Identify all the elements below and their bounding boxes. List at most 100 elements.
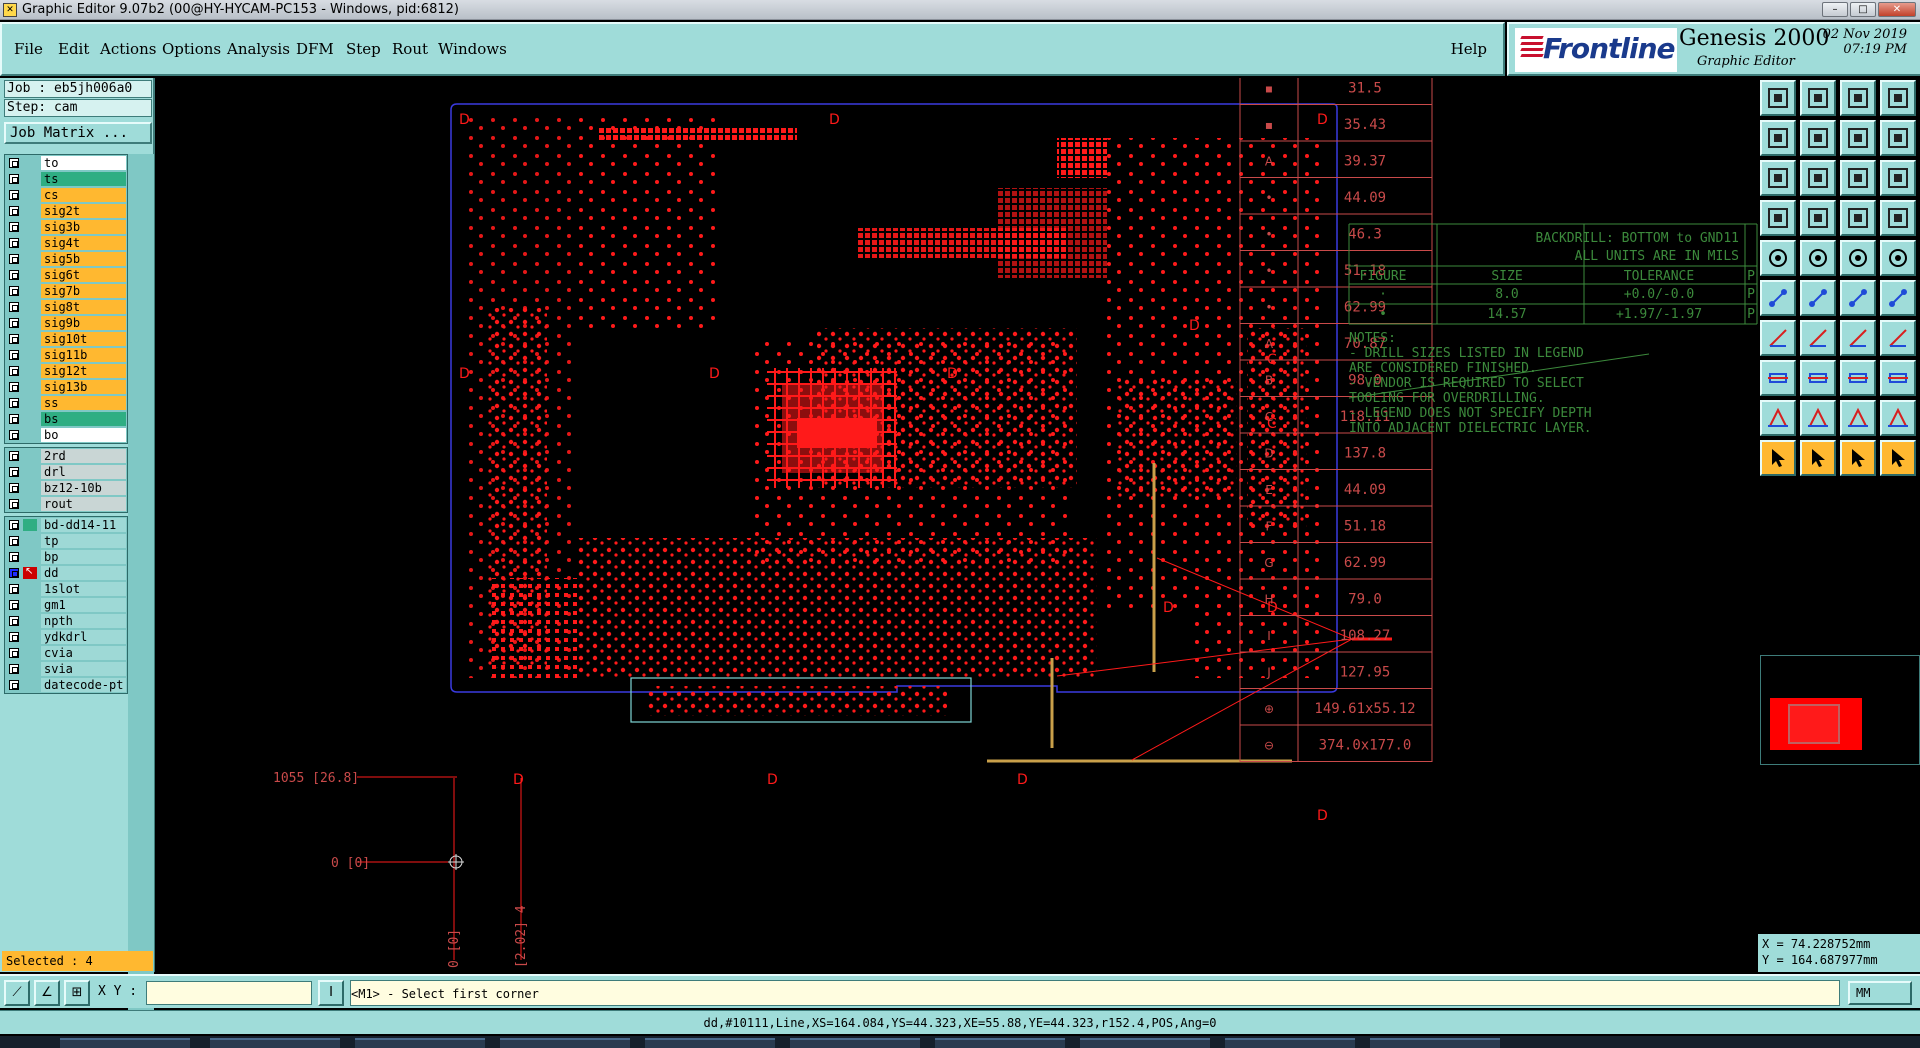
layer-row-sig11b[interactable]: sig11b — [5, 347, 127, 363]
layer-row-gm1[interactable]: gm1 — [5, 597, 127, 613]
layer-row-ts[interactable]: ts — [5, 171, 127, 187]
connect-icon[interactable] — [1760, 280, 1796, 316]
layer-row-sig5b[interactable]: sig5b — [5, 251, 127, 267]
pin2-icon[interactable] — [1880, 280, 1916, 316]
grid-icon[interactable] — [1800, 200, 1836, 236]
layer-row-sig9b[interactable]: sig9b — [5, 315, 127, 331]
layer-name[interactable]: 2rd — [41, 449, 126, 463]
menu-help[interactable]: Help — [1451, 40, 1487, 58]
layer-name[interactable]: sig2t — [41, 204, 126, 218]
layer-name[interactable]: sig5b — [41, 252, 126, 266]
layer-name[interactable]: sig4t — [41, 236, 126, 250]
layer-color-swatch[interactable] — [23, 397, 37, 409]
cross-icon[interactable] — [1800, 280, 1836, 316]
job-matrix-button[interactable]: Job Matrix ... — [4, 122, 152, 144]
edit-pointer-icon[interactable]: ↖ — [23, 566, 37, 579]
minimize-button[interactable]: – — [1822, 2, 1848, 17]
layer-row-sig6t[interactable]: sig6t — [5, 267, 127, 283]
layer-row-bs[interactable]: bs — [5, 411, 127, 427]
layer-color-swatch[interactable] — [23, 450, 37, 462]
layer-checkbox[interactable] — [9, 318, 19, 328]
layer-color-swatch[interactable] — [23, 269, 37, 281]
layer-color-swatch[interactable] — [23, 583, 37, 595]
menu-edit[interactable]: Edit — [58, 40, 89, 58]
layer-row-sig2t[interactable]: sig2t — [5, 203, 127, 219]
layer-name[interactable]: sig6t — [41, 268, 126, 282]
layer-row-ss[interactable]: ss — [5, 395, 127, 411]
layer-row-npth[interactable]: npth — [5, 613, 127, 629]
layer-row-cs[interactable]: cs — [5, 187, 127, 203]
layer-checkbox[interactable] — [9, 632, 19, 642]
layer-color-swatch[interactable] — [23, 333, 37, 345]
layer-color-swatch[interactable] — [23, 285, 37, 297]
layer-row-rout[interactable]: rout — [5, 496, 127, 512]
layer-color-swatch[interactable] — [23, 349, 37, 361]
layer-row-1slot[interactable]: 1slot — [5, 581, 127, 597]
layer-row-sig4t[interactable]: sig4t — [5, 235, 127, 251]
layer-checkbox[interactable] — [9, 499, 19, 509]
layer-name[interactable]: drl — [41, 465, 126, 479]
line-icon[interactable] — [1760, 320, 1796, 356]
menu-analysis[interactable]: Analysis — [227, 40, 290, 58]
layer-row-bo[interactable]: bo — [5, 427, 127, 443]
menu-options[interactable]: Options — [162, 40, 221, 58]
circle-icon[interactable] — [1880, 240, 1916, 276]
layer-name[interactable]: sig11b — [41, 348, 126, 362]
menu-rout[interactable]: Rout — [392, 40, 428, 58]
layer-checkbox[interactable] — [9, 366, 19, 376]
layer-row-tp[interactable]: tp — [5, 533, 127, 549]
chip-blue-icon[interactable] — [1880, 200, 1916, 236]
layer-row-svia[interactable]: svia — [5, 661, 127, 677]
layer-color-swatch[interactable] — [23, 189, 37, 201]
layer-checkbox[interactable] — [9, 382, 19, 392]
a-fill-icon[interactable] — [1880, 400, 1916, 436]
units-selector[interactable]: MM — [1848, 981, 1912, 1005]
snap-icon[interactable]: ⟋ — [4, 980, 30, 1006]
layer-row-to[interactable]: to — [5, 155, 127, 171]
layer-name[interactable]: svia — [41, 662, 126, 676]
layer-checkbox[interactable] — [9, 270, 19, 280]
pointer-icon[interactable] — [1760, 440, 1796, 476]
menu-dfm[interactable]: DFM — [296, 40, 334, 58]
shapes-icon[interactable] — [1880, 360, 1916, 396]
layer-checkbox[interactable] — [9, 584, 19, 594]
layer-name[interactable]: bo — [41, 428, 126, 442]
layer-name[interactable]: ydkdrl — [41, 630, 126, 644]
chip-red-icon[interactable] — [1840, 200, 1876, 236]
arc-icon[interactable] — [1800, 320, 1836, 356]
layer-name[interactable]: sig9b — [41, 316, 126, 330]
layer-row-ydkdrl[interactable]: ydkdrl — [5, 629, 127, 645]
layer-row-datecode-pt[interactable]: datecode-pt — [5, 677, 127, 693]
layer-row-bd-dd14-11[interactable]: bd-dd14-11 — [5, 517, 127, 533]
menu-actions[interactable]: Actions — [100, 40, 156, 58]
right-icon[interactable] — [1800, 120, 1836, 156]
layer-name[interactable]: ss — [41, 396, 126, 410]
layer-row-sig7b[interactable]: sig7b — [5, 283, 127, 299]
gear-icon[interactable] — [1760, 240, 1796, 276]
layer-color-swatch[interactable] — [23, 679, 37, 691]
pointer-sel-icon[interactable] — [1800, 440, 1836, 476]
measure-icon[interactable] — [1800, 240, 1836, 276]
layer-checkbox[interactable] — [9, 414, 19, 424]
layer-name[interactable]: sig10t — [41, 332, 126, 346]
layer-name[interactable]: sig7b — [41, 284, 126, 298]
menu-file[interactable]: File — [14, 40, 43, 58]
layer-checkbox[interactable] — [9, 302, 19, 312]
filter-icon[interactable] — [1880, 320, 1916, 356]
layer-name[interactable]: bd-dd14-11 — [41, 518, 126, 532]
layer-checkbox[interactable] — [9, 648, 19, 658]
layer-name[interactable]: bs — [41, 412, 126, 426]
layer-checkbox[interactable] — [9, 616, 19, 626]
layer-checkbox[interactable] — [9, 254, 19, 264]
layer-color-swatch[interactable] — [23, 221, 37, 233]
layer-color-swatch[interactable] — [23, 599, 37, 611]
layer-name[interactable]: bp — [41, 550, 126, 564]
layer-name[interactable]: tp — [41, 534, 126, 548]
fit-icon[interactable] — [1760, 160, 1796, 196]
layer-checkbox[interactable] — [9, 206, 19, 216]
graphics-canvas[interactable]: D D D D D D D D D D D D D C C 1055 [26.8… — [157, 78, 1758, 972]
grid-snap-icon[interactable]: ⊞ — [64, 980, 90, 1006]
pin-icon[interactable] — [1840, 280, 1876, 316]
scale-icon[interactable] — [1840, 160, 1876, 196]
layer-name[interactable]: 1slot — [41, 582, 126, 596]
